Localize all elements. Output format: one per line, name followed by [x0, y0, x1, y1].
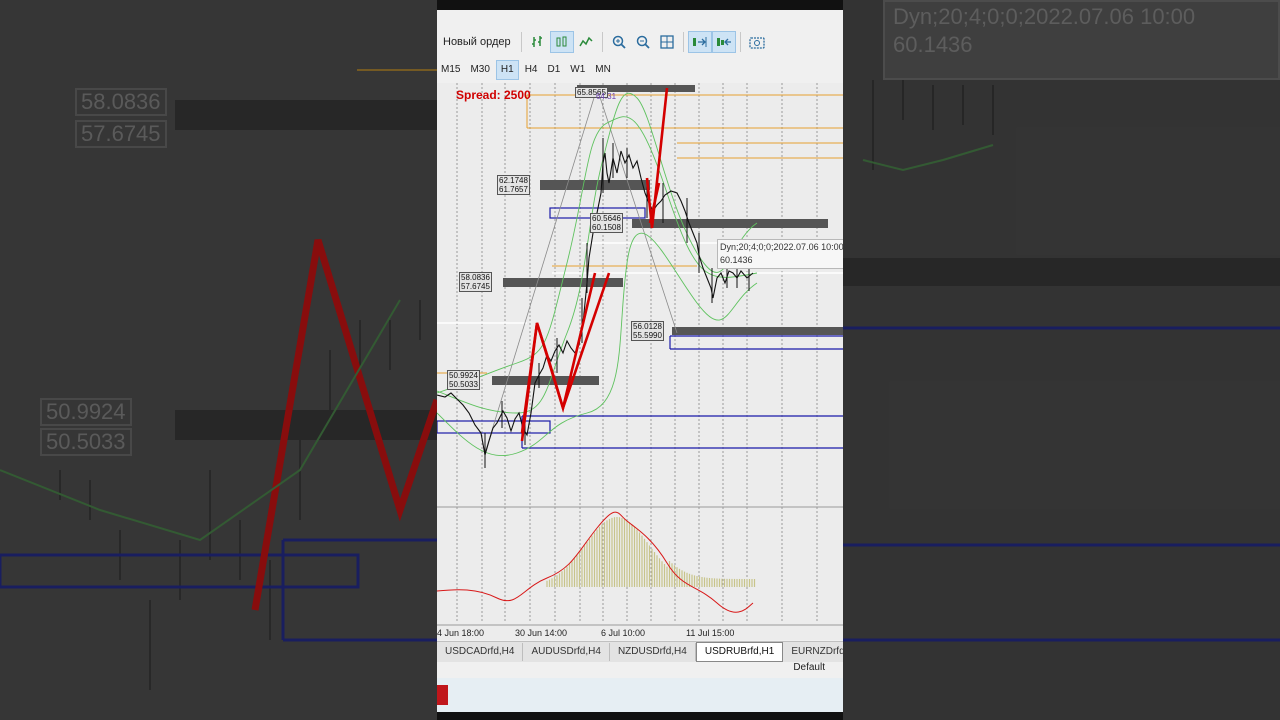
- level-label-2: 62.1748 61.7657: [497, 175, 530, 195]
- timeframe-d1[interactable]: D1: [544, 60, 565, 80]
- price-chart[interactable]: Spread: 2500 65.8565 64.31 62.1748 61.765…: [437, 83, 843, 640]
- tooltip-line1: Dyn;20;4;0;0;2022.07.06 10:00: [720, 242, 843, 252]
- timeframe-h1[interactable]: H1: [495, 60, 519, 80]
- zoom-in-icon[interactable]: [607, 31, 631, 53]
- background-dim-overlay: [0, 0, 437, 720]
- level-value: 62.1748: [499, 176, 528, 185]
- level-label-1b: 64.31: [596, 92, 617, 101]
- background-dim-overlay: [843, 0, 1280, 720]
- level-label-3: 60.5646 60.1508: [590, 213, 623, 233]
- symbol-tabs: USDCADrfd,H4 AUDUSDrfd,H4 NZDUSDrfd,H4 U…: [437, 641, 843, 662]
- level-value: 60.5646: [592, 214, 621, 223]
- x-axis-label-2: 30 Jun 14:00: [515, 628, 568, 638]
- tab-nzdusd[interactable]: NZDUSDrfd,H4: [610, 643, 696, 661]
- toolbar-separator: [739, 32, 741, 52]
- toolbar-separator: [601, 32, 603, 52]
- tooltip-line2: 60.1436: [720, 255, 753, 265]
- x-axis-label-4: 11 Jul 15:00: [686, 628, 735, 638]
- toolbar-separator: [682, 32, 684, 52]
- fibo-lines: [484, 87, 678, 454]
- chart-shift-icon[interactable]: [711, 31, 736, 53]
- level-value: 50.5033: [449, 380, 478, 389]
- status-bar: [437, 678, 843, 712]
- toolbar: Новый ордер: [437, 28, 843, 56]
- timeframe-bar: M15 M30 H1 H4 D1 W1 MN: [437, 58, 843, 82]
- timeframe-h4[interactable]: H4: [521, 60, 542, 80]
- trading-terminal-window: Новый ордер M15 M30 H1 H4 D1 W1 MN Sprea…: [437, 0, 843, 720]
- auto-scroll-icon[interactable]: [687, 31, 712, 53]
- bottom-black-strip: [437, 712, 843, 720]
- level-value: 50.9924: [449, 371, 478, 380]
- line-chart-icon[interactable]: [574, 31, 598, 53]
- zigzag-lines: [520, 87, 669, 442]
- level-value: 61.7657: [499, 185, 528, 194]
- x-axis-label-3: 6 Jul 10:00: [601, 628, 646, 638]
- level-value: 58.0836: [461, 273, 490, 282]
- top-black-strip: [437, 0, 843, 10]
- x-axis-label-1: 4 Jun 18:00: [437, 628, 485, 638]
- level-value: 56.0128: [633, 322, 662, 331]
- level-value: 57.6745: [461, 282, 490, 291]
- tab-audusd[interactable]: AUDUSDrfd,H4: [523, 643, 610, 661]
- background-right-zoom: Dyn;20;4;0;0;2022.07.06 10:00 60.1436: [843, 0, 1280, 720]
- timeframe-mn[interactable]: MN: [591, 60, 615, 80]
- screenshot-icon[interactable]: [745, 31, 769, 53]
- toolbar-separator: [520, 32, 522, 52]
- candles-icon[interactable]: [549, 31, 574, 53]
- tab-usdrub[interactable]: USDRUBrfd,H1: [695, 642, 784, 662]
- timeframe-w1[interactable]: W1: [566, 60, 589, 80]
- chart-type-bars-icon[interactable]: [526, 31, 550, 53]
- background-left-zoom: 58.0836 57.6745 50.9924 50.5033: [0, 0, 437, 720]
- timeframe-m15[interactable]: M15: [437, 60, 464, 80]
- tab-usdcad[interactable]: USDCADrfd,H4: [437, 643, 524, 661]
- level-value: 55.5990: [633, 331, 662, 340]
- level-value: 60.1508: [592, 223, 621, 232]
- level-label-6: 50.9924 50.5033: [447, 370, 480, 390]
- level-label-5: 56.0128 55.5990: [631, 321, 664, 341]
- profile-name[interactable]: Default: [793, 662, 825, 673]
- level-label-4: 58.0836 57.6745: [459, 272, 492, 292]
- chart-tooltip: Dyn;20;4;0;0;2022.07.06 10:00 60.1436: [717, 239, 843, 269]
- spread-label: Spread: 2500: [456, 88, 531, 102]
- alert-button[interactable]: [437, 685, 448, 705]
- timeframe-m30[interactable]: M30: [466, 60, 493, 80]
- oscillator-histogram: [546, 517, 756, 587]
- new-order-button[interactable]: Новый ордер: [437, 31, 517, 53]
- chart-canvas: [437, 83, 843, 626]
- zoom-out-icon[interactable]: [631, 31, 655, 53]
- price-zones: [492, 85, 843, 385]
- grid-icon[interactable]: [655, 31, 679, 53]
- tab-eurnzd[interactable]: EURNZDrfd,H4: [783, 643, 843, 661]
